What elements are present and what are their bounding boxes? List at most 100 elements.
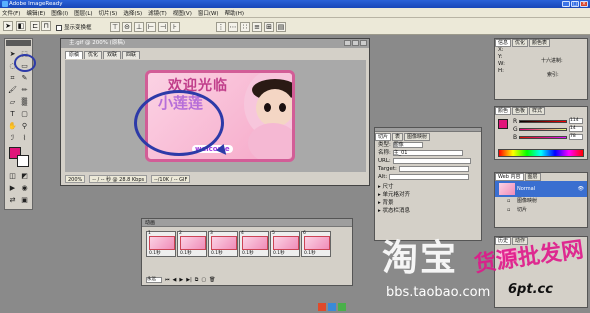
frame-delay[interactable]: 0.1秒 (180, 251, 192, 256)
tween-icon[interactable]: ⧉ (195, 277, 199, 283)
color-panel-foreground[interactable] (498, 119, 508, 129)
screen-mode-icon[interactable]: ▣ (19, 195, 30, 206)
frame-delay[interactable]: 0.1秒 (304, 251, 316, 256)
slider-b[interactable]: B 78 (513, 133, 585, 141)
brush-icon[interactable]: 🖌 (7, 85, 18, 96)
menu-select[interactable]: 选择(S) (123, 9, 142, 17)
tab-color[interactable]: 颜色 (495, 107, 512, 115)
tab-actions[interactable]: 动作 (512, 237, 529, 245)
background-color-swatch[interactable] (17, 155, 29, 167)
animation-frame[interactable]: 4 0.1秒 (239, 231, 269, 257)
tab-slice[interactable]: 切片 (375, 133, 392, 141)
tab-color-table[interactable]: 颜色表 (529, 39, 551, 47)
align-top-icon[interactable]: ⊤ (110, 22, 120, 32)
maximize-button[interactable]: □ (571, 1, 579, 7)
slice-panel-grip[interactable] (375, 128, 481, 132)
crop-icon[interactable]: ⌗ (7, 73, 18, 84)
slice-url-input[interactable] (392, 157, 471, 164)
web-item-slices[interactable]: ▫ 切片 (495, 206, 587, 215)
tab-optimize[interactable]: 优化 (512, 39, 529, 47)
tab-original[interactable]: 原稿 (65, 51, 84, 59)
animation-frame[interactable]: 1 0.1秒 (146, 231, 176, 257)
section-status-message[interactable]: ▸ 状态栏消息 (375, 207, 481, 215)
file-size[interactable]: --/10K / -- GIF (151, 175, 191, 183)
dist-more-icon[interactable]: ▤ (276, 22, 286, 32)
minimize-button[interactable]: _ (562, 1, 570, 7)
doc-maximize-button[interactable] (352, 40, 359, 46)
animation-frame[interactable]: 5 0.1秒 (270, 231, 300, 257)
slice-target-input[interactable] (398, 165, 469, 172)
distribute-center-icon[interactable]: ⊣ (158, 22, 168, 32)
color-spectrum-ramp[interactable] (498, 149, 584, 157)
shape-tool-icon[interactable]: ▢ (19, 109, 30, 120)
tab-styles[interactable]: 样式 (529, 107, 546, 115)
move-tool-option-icon[interactable]: ➤ (3, 21, 13, 31)
slider-b-value[interactable]: 78 (569, 134, 583, 140)
tray-icon[interactable] (318, 303, 326, 311)
zoom-icon[interactable]: ⚲ (19, 121, 30, 132)
slice-tool-icon[interactable]: ✎ (19, 73, 30, 84)
slider-r-value[interactable]: 114 (569, 118, 583, 124)
tray-icon[interactable] (328, 303, 336, 311)
distribute-right-icon[interactable]: ⊦ (170, 22, 180, 32)
tab-2up[interactable]: 双联 (103, 51, 122, 59)
animation-frame[interactable]: 2 0.1秒 (177, 231, 207, 257)
frame-delay[interactable]: 0.1秒 (211, 251, 223, 256)
preview-browser-icon[interactable]: ◉ (19, 183, 30, 194)
tab-info[interactable]: 信息 (495, 39, 512, 47)
menu-image[interactable]: 图像(I) (51, 9, 68, 17)
tray-icon[interactable] (338, 303, 346, 311)
measure-icon[interactable]: ⌇ (19, 133, 30, 144)
show-transform-toggle[interactable]: 显示变换框 (56, 23, 92, 31)
align-middle-icon[interactable]: ⊝ (122, 22, 132, 32)
menu-slice[interactable]: 切片(S) (99, 9, 118, 17)
slider-g[interactable]: G 14 (513, 125, 585, 133)
next-frame-icon[interactable]: ▶| (186, 277, 192, 283)
delete-frame-icon[interactable]: 🗑 (209, 277, 215, 283)
menu-view[interactable]: 视图(V) (173, 9, 192, 17)
section-cell-align[interactable]: ▸ 单元格对齐 (375, 191, 481, 199)
menu-layer[interactable]: 图层(L) (74, 9, 92, 17)
toggle-slice-visibility-icon[interactable]: ◫ (7, 171, 18, 182)
tab-optimized[interactable]: 优化 (84, 51, 103, 59)
preview-icon[interactable]: ▶ (7, 183, 18, 194)
gradient-icon[interactable]: ▒ (19, 97, 30, 108)
animation-frame[interactable]: 3 0.1秒 (208, 231, 238, 257)
first-frame-icon[interactable]: ⏮ (165, 277, 170, 283)
tab-image-map[interactable]: 图像映射 (404, 133, 431, 141)
frame-delay[interactable]: 0.1秒 (273, 251, 285, 256)
dist-h-icon[interactable]: ⋮ (216, 22, 226, 32)
close-button[interactable]: × (580, 1, 588, 7)
animation-frame[interactable]: 6 0.1秒 (301, 231, 331, 257)
slice-type-select[interactable]: 图像 (392, 141, 423, 148)
play-icon[interactable]: ▶ (179, 277, 183, 283)
hand-icon[interactable]: ✋ (7, 121, 18, 132)
eye-icon[interactable]: 👁 (578, 181, 584, 197)
toolbox-grip[interactable] (6, 40, 31, 46)
align-left-icon[interactable]: ⊏ (30, 21, 40, 31)
slider-g-value[interactable]: 14 (569, 126, 583, 132)
prev-frame-icon[interactable]: ◀ (173, 277, 177, 283)
tab-swatches[interactable]: 色板 (512, 107, 529, 115)
new-frame-icon[interactable]: ▢ (201, 277, 206, 283)
zoom-level[interactable]: 200% (65, 175, 86, 183)
slice-alt-input[interactable] (389, 173, 470, 180)
menu-file[interactable]: 文件(F) (2, 9, 20, 17)
jump-to-photoshop-icon[interactable]: ⇄ (7, 195, 18, 206)
pencil-icon[interactable]: ✏ (19, 85, 30, 96)
tab-4up[interactable]: 四联 (122, 51, 141, 59)
menu-edit[interactable]: 编辑(E) (26, 9, 45, 17)
layer-option-icon[interactable]: ◧ (16, 21, 26, 31)
download-time[interactable]: -- / -- 秒 @ 28.8 Kbps (89, 175, 148, 183)
web-item-image-map[interactable]: ▫ 图像映射 (495, 197, 587, 206)
menu-filter[interactable]: 滤镜(T) (148, 9, 167, 17)
section-dimensions[interactable]: ▸ 尺寸 (375, 183, 481, 191)
tab-table[interactable]: 表 (392, 133, 404, 141)
tab-history[interactable]: 历史 (495, 237, 512, 245)
eyedropper-icon[interactable]: ℐ (7, 133, 18, 144)
menu-window[interactable]: 窗口(W) (198, 9, 219, 17)
frame-delay[interactable]: 0.1秒 (242, 251, 254, 256)
type-tool-icon[interactable]: T (7, 109, 18, 120)
align-bottom-icon[interactable]: ⊥ (134, 22, 144, 32)
slider-r[interactable]: R 114 (513, 117, 585, 125)
